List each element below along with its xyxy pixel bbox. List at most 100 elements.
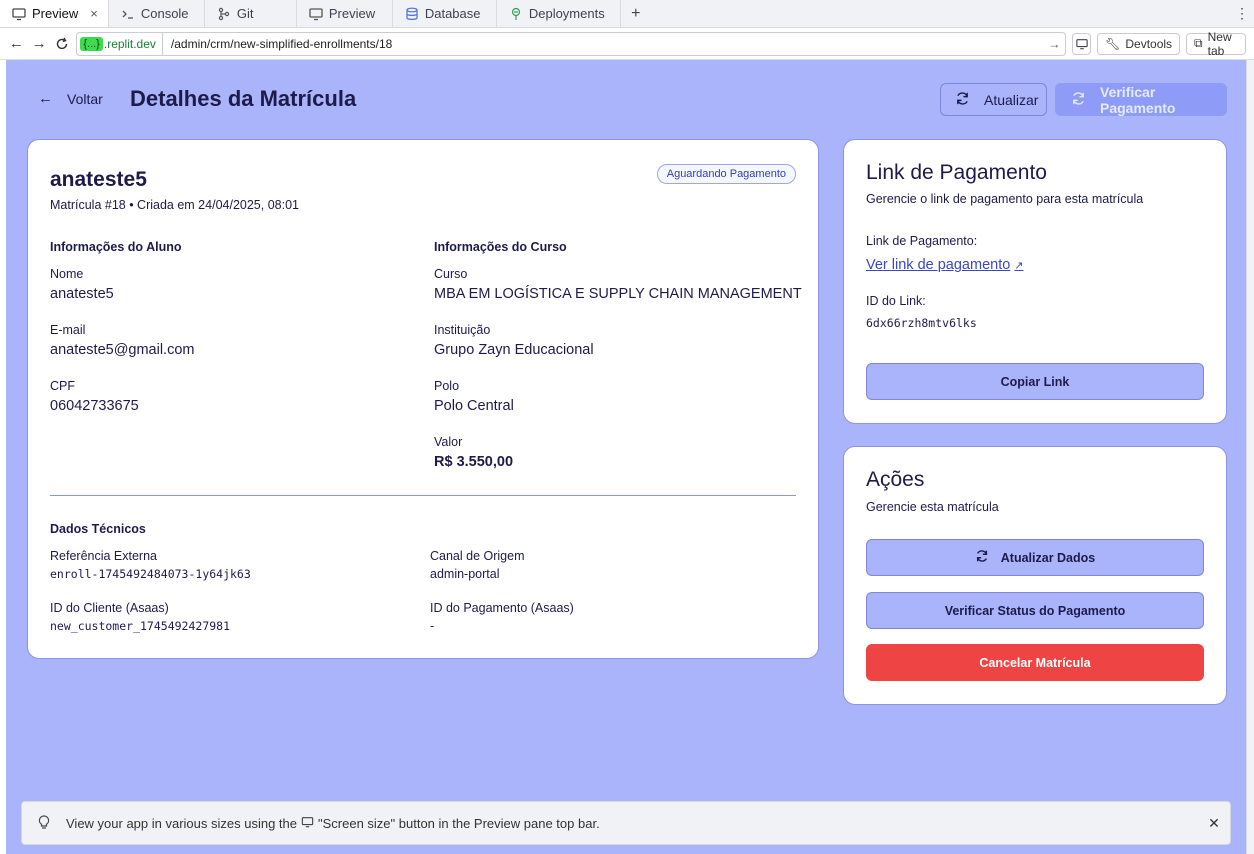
payment-id-value: - bbox=[430, 619, 435, 633]
name-label: Nome bbox=[50, 267, 84, 281]
actions-subtitle: Gerencie esta matrícula bbox=[866, 500, 999, 514]
payment-id-label: ID do Pagamento (Asaas) bbox=[430, 601, 574, 615]
deploy-icon bbox=[509, 7, 523, 21]
price-value: R$ 3.550,00 bbox=[434, 454, 514, 470]
url-path: /admin/crm/new-simplified-enrollments/18 bbox=[170, 36, 393, 51]
refresh-icon bbox=[975, 549, 989, 566]
name-value: anateste5 bbox=[50, 286, 114, 302]
monitor-icon bbox=[301, 816, 314, 831]
browser-tabbar: Preview × Console Git Preview Database D… bbox=[0, 0, 1254, 28]
refresh-icon bbox=[955, 91, 970, 109]
terminal-icon bbox=[121, 7, 135, 21]
wrench-icon: 🔧︎ bbox=[1105, 36, 1121, 51]
tip-text: View your app in various sizes using the… bbox=[66, 816, 1198, 831]
email-value: anateste5@gmail.com bbox=[50, 342, 195, 358]
tab-database[interactable]: Database bbox=[393, 0, 497, 27]
client-id-label: ID do Cliente (Asaas) bbox=[50, 601, 169, 615]
update-data-button[interactable]: Atualizar Dados bbox=[866, 539, 1204, 576]
lightbulb-icon bbox=[22, 815, 66, 831]
cancel-enrollment-button[interactable]: Cancelar Matrícula bbox=[866, 644, 1204, 681]
tab-preview[interactable]: Preview × bbox=[0, 0, 109, 27]
institution-label: Instituição bbox=[434, 323, 491, 337]
tab-label: Console bbox=[140, 6, 189, 21]
copy-link-button[interactable]: Copiar Link bbox=[866, 363, 1204, 400]
student-info-heading: Informações do Aluno bbox=[50, 240, 182, 254]
view-payment-link-text: Ver link de pagamento bbox=[866, 257, 1011, 273]
tab-preview-2[interactable]: Preview bbox=[297, 0, 393, 27]
arrow-left-icon: ← bbox=[38, 90, 53, 107]
external-link-icon: ⧉ bbox=[1194, 36, 1203, 50]
course-value: MBA EM LOGÍSTICA E SUPPLY CHAIN MANAGEME… bbox=[434, 286, 802, 302]
screen-size-button[interactable] bbox=[1072, 32, 1092, 55]
external-ref-label: Referência Externa bbox=[50, 549, 158, 563]
git-icon bbox=[217, 7, 231, 21]
tab-label: Preview bbox=[32, 6, 79, 21]
address-field[interactable]: {...} .replit.dev /admin/crm/new-simplif… bbox=[76, 31, 1067, 56]
address-toolbar: ← → {...} .replit.dev /admin/crm/new-sim… bbox=[0, 28, 1254, 60]
payment-link-subtitle: Gerencie o link de pagamento para esta m… bbox=[866, 192, 1144, 206]
close-icon[interactable]: × bbox=[90, 6, 98, 21]
tab-console[interactable]: Console bbox=[109, 0, 205, 27]
close-icon[interactable]: ✕ bbox=[1198, 815, 1230, 832]
host-pill: {...} bbox=[80, 36, 103, 51]
verify-payment-button[interactable]: Verificar Pagamento bbox=[1055, 83, 1227, 116]
new-tab-button[interactable]: ⧉ New tab bbox=[1186, 29, 1246, 58]
email-label: E-mail bbox=[50, 323, 86, 337]
origin-channel-value: admin-portal bbox=[430, 567, 500, 581]
section-divider bbox=[50, 495, 796, 496]
refresh-icon bbox=[1071, 91, 1086, 109]
actions-title: Ações bbox=[866, 468, 925, 491]
database-icon bbox=[405, 7, 419, 21]
tab-git[interactable]: Git bbox=[205, 0, 297, 27]
link-id-label: ID do Link: bbox=[866, 294, 926, 308]
status-badge: Aguardando Pagamento bbox=[656, 164, 796, 184]
refresh-label: Atualizar bbox=[984, 91, 1039, 108]
tab-deployments[interactable]: Deployments bbox=[497, 0, 621, 27]
add-tab-button[interactable]: + bbox=[621, 0, 651, 27]
host-label: {...} .replit.dev bbox=[80, 32, 163, 55]
actions-card: Ações Gerencie esta matrícula Atualizar … bbox=[843, 446, 1227, 705]
app-viewport: ← Voltar Detalhes da Matrícula Atualizar… bbox=[6, 60, 1246, 854]
cpf-value: 06042733675 bbox=[50, 398, 139, 414]
back-label: Voltar bbox=[67, 90, 103, 107]
course-info-heading: Informações do Curso bbox=[434, 240, 567, 254]
external-ref-value: enroll-1745492484073-1y64jk63 bbox=[50, 567, 251, 581]
institution-value: Grupo Zayn Educacional bbox=[434, 342, 594, 358]
tab-label: Git bbox=[236, 6, 254, 21]
host-domain: .replit.dev bbox=[103, 36, 156, 51]
enrollment-subtitle: Matrícula #18 • Criada em 24/04/2025, 08… bbox=[50, 198, 299, 212]
monitor-icon bbox=[1076, 38, 1088, 49]
back-button[interactable]: ← Voltar bbox=[38, 90, 103, 107]
tip-toast: View your app in various sizes using the… bbox=[21, 801, 1231, 845]
verify-status-label: Verificar Status do Pagamento bbox=[944, 603, 1126, 618]
enrollment-details-card: anateste5 Matrícula #18 • Criada em 24/0… bbox=[27, 139, 819, 659]
devtools-label: Devtools bbox=[1125, 36, 1173, 51]
tip-text-after: "Screen size" button in the Preview pane… bbox=[318, 815, 600, 831]
tab-label: Preview bbox=[328, 6, 376, 21]
cancel-enrollment-label: Cancelar Matrícula bbox=[979, 655, 1091, 670]
payment-link-label: Link de Pagamento: bbox=[866, 234, 978, 248]
technical-data-heading: Dados Técnicos bbox=[50, 522, 146, 536]
update-data-label: Atualizar Dados bbox=[1000, 550, 1096, 565]
tip-text-before: View your app in various sizes using the bbox=[66, 815, 297, 831]
forward-arrow-icon[interactable]: → bbox=[31, 33, 48, 55]
cpf-label: CPF bbox=[50, 379, 75, 393]
hub-label: Polo bbox=[434, 379, 460, 393]
course-label: Curso bbox=[434, 267, 468, 281]
go-arrow-icon[interactable]: → bbox=[1043, 37, 1065, 51]
view-payment-link[interactable]: Ver link de pagamento ↗ bbox=[866, 257, 1024, 273]
payment-link-title: Link de Pagamento bbox=[866, 161, 1047, 184]
copy-link-label: Copiar Link bbox=[1000, 374, 1070, 389]
page-title: Detalhes da Matrícula bbox=[130, 86, 357, 111]
verify-status-button[interactable]: Verificar Status do Pagamento bbox=[866, 592, 1204, 629]
link-id-value: 6dx66rzh8mtv6lks bbox=[866, 316, 977, 330]
new-tab-label: New tab bbox=[1207, 29, 1232, 58]
client-id-value: new_customer_1745492427981 bbox=[50, 619, 231, 633]
refresh-button[interactable]: Atualizar bbox=[940, 83, 1047, 116]
back-arrow-icon[interactable]: ← bbox=[8, 33, 25, 55]
devtools-button[interactable]: 🔧︎ Devtools bbox=[1097, 32, 1181, 55]
more-options-icon[interactable]: ⋮ bbox=[1230, 0, 1254, 27]
hub-value: Polo Central bbox=[434, 398, 514, 414]
reload-icon[interactable] bbox=[54, 33, 71, 55]
student-name-title: anateste5 bbox=[50, 168, 147, 191]
